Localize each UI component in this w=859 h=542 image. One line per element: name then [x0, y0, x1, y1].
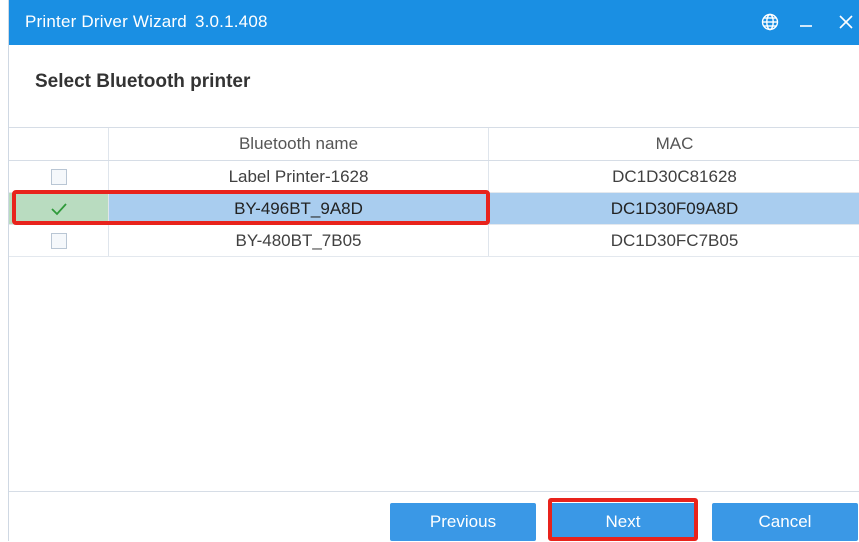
minimize-icon[interactable]	[795, 11, 817, 33]
header-bluetooth-name: Bluetooth name	[109, 128, 489, 160]
row-bluetooth-name: Label Printer-1628	[109, 161, 489, 192]
previous-button[interactable]: Previous	[390, 503, 536, 541]
row-checkbox-checked[interactable]	[49, 201, 69, 217]
row-mac: DC1D30F09A8D	[489, 193, 859, 224]
row-check-cell	[9, 225, 109, 256]
cancel-button[interactable]: Cancel	[712, 503, 858, 541]
wizard-window: Printer Driver Wizard 3.0.1.408 Select Bl…	[8, 0, 859, 542]
header-check-column	[9, 128, 109, 160]
title-bar: Printer Driver Wizard 3.0.1.408	[9, 0, 859, 45]
table-row[interactable]: BY-480BT_7B05 DC1D30FC7B05	[9, 225, 859, 257]
row-checkbox[interactable]	[50, 232, 67, 249]
checkmark-icon	[50, 202, 67, 215]
next-button[interactable]: Next	[550, 503, 696, 541]
window-title: Printer Driver Wizard 3.0.1.408	[25, 12, 268, 32]
app-title: Printer Driver Wizard	[25, 12, 187, 31]
app-version: 3.0.1.408	[194, 12, 268, 31]
row-check-cell	[9, 161, 109, 192]
close-icon[interactable]	[835, 11, 857, 33]
row-mac: DC1D30C81628	[612, 166, 737, 186]
globe-icon[interactable]	[759, 11, 781, 33]
header-mac: MAC	[655, 134, 694, 153]
row-mac: DC1D30FC7B05	[610, 230, 739, 250]
table-row-selected[interactable]: BY-496BT_9A8D DC1D30F09A8D	[9, 193, 859, 225]
button-bar: Previous Next Cancel	[9, 491, 859, 542]
row-bluetooth-name: BY-480BT_7B05	[109, 225, 489, 256]
table-row[interactable]: Label Printer-1628 DC1D30C81628	[9, 161, 859, 193]
row-checkbox[interactable]	[50, 168, 67, 185]
table-header-row: Bluetooth name MAC	[9, 128, 859, 161]
row-check-cell	[9, 193, 109, 224]
row-bluetooth-name: BY-496BT_9A8D	[109, 193, 489, 224]
bluetooth-printer-table: Bluetooth name MAC Label Printer-1628 DC…	[9, 127, 859, 257]
page-title: Select Bluetooth printer	[35, 71, 251, 92]
